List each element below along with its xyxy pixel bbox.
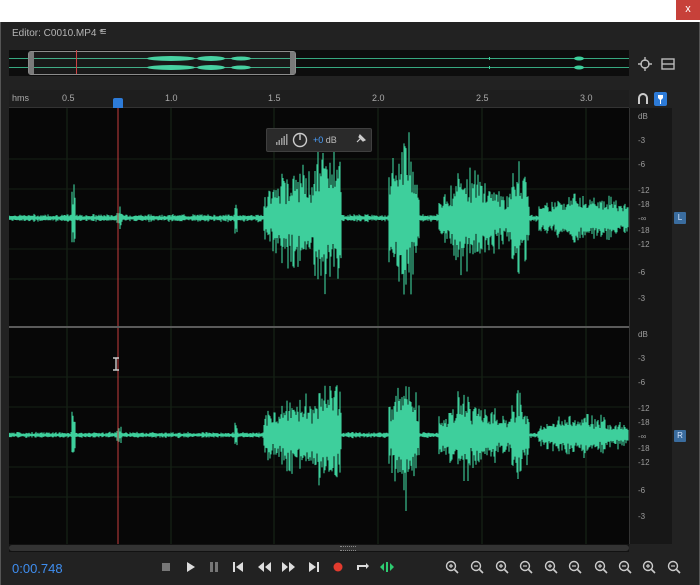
fast-forward-icon[interactable] bbox=[281, 559, 297, 575]
db-label: -12 bbox=[638, 404, 650, 413]
pause-icon[interactable] bbox=[206, 559, 222, 575]
zoom-out-time-icon[interactable] bbox=[518, 559, 534, 575]
rewind-icon[interactable] bbox=[256, 559, 272, 575]
horizontal-scrollbar[interactable] bbox=[9, 544, 629, 552]
db-label: -∞ bbox=[638, 432, 647, 441]
ruler-unit: hms bbox=[12, 93, 30, 103]
overview-viewport[interactable] bbox=[28, 51, 296, 75]
ruler-tick-label: 1.0 bbox=[165, 93, 178, 103]
window-titlebar: x bbox=[0, 0, 700, 22]
go-to-start-icon[interactable] bbox=[230, 559, 246, 575]
ruler-tick-label: 0.5 bbox=[62, 93, 75, 103]
zoom-in-right-icon[interactable] bbox=[593, 559, 609, 575]
panel-menu-icon[interactable]: ≡ bbox=[100, 26, 106, 38]
volume-knob-icon[interactable] bbox=[292, 132, 308, 148]
time-ruler[interactable]: hms 0.5 1.0 1.5 2.0 2.5 3.0 bbox=[9, 90, 629, 108]
close-button[interactable]: x bbox=[676, 0, 700, 20]
db-label: -6 bbox=[638, 268, 646, 277]
skip-selection-icon[interactable] bbox=[379, 559, 395, 575]
play-icon[interactable] bbox=[182, 559, 198, 575]
snap-icon[interactable] bbox=[637, 93, 649, 105]
pin-icon[interactable] bbox=[356, 133, 367, 143]
scrollbar-thumb[interactable] bbox=[9, 545, 629, 551]
db-label: dB bbox=[638, 112, 648, 121]
db-label: -6 bbox=[638, 486, 646, 495]
db-label: -18 bbox=[638, 200, 650, 209]
volume-hud[interactable]: +0 dB bbox=[266, 128, 372, 152]
ruler-tick-label: 2.0 bbox=[372, 93, 385, 103]
zoom-out-amplitude-icon[interactable] bbox=[469, 559, 485, 575]
waveform-right-channel bbox=[9, 385, 629, 511]
db-label: -12 bbox=[638, 240, 650, 249]
db-label: -6 bbox=[638, 160, 646, 169]
volume-value[interactable]: +0 dB bbox=[313, 135, 337, 145]
db-scale: dB -3 -6 -12 -18 -∞ -18 -12 -6 -3 dB -3 -6 -12 -18 -∞ -1… bbox=[629, 108, 686, 544]
ruler-tick-label: 3.0 bbox=[580, 93, 593, 103]
viewport-right-handle[interactable] bbox=[290, 52, 295, 74]
zoom-in-left-icon[interactable] bbox=[567, 559, 583, 575]
zoom-navigator-icon[interactable] bbox=[637, 56, 653, 72]
ruler-tick-label: 2.5 bbox=[476, 93, 489, 103]
panel-title: Editor: C0010.MP4 * bbox=[12, 28, 104, 39]
zoom-in-amplitude-icon[interactable] bbox=[444, 559, 460, 575]
db-label: -3 bbox=[638, 512, 646, 521]
channel-divider bbox=[9, 326, 629, 328]
zoom-selection-icon[interactable] bbox=[617, 559, 633, 575]
db-label: -3 bbox=[638, 294, 646, 303]
ruler-tick-label: 1.5 bbox=[268, 93, 281, 103]
volume-unit: dB bbox=[325, 135, 337, 145]
zoom-in-time-icon[interactable] bbox=[494, 559, 510, 575]
viewport-left-handle[interactable] bbox=[29, 52, 34, 74]
loop-icon[interactable] bbox=[354, 559, 370, 575]
db-label: -6 bbox=[638, 378, 646, 387]
overview-playhead bbox=[76, 50, 77, 74]
current-time-display[interactable]: 0:00.748 bbox=[12, 561, 63, 576]
playhead-handle[interactable] bbox=[113, 98, 123, 108]
db-label: -12 bbox=[638, 186, 650, 195]
channel-badge-right[interactable]: R bbox=[674, 430, 686, 442]
db-label: dB bbox=[638, 330, 648, 339]
text-cursor-icon bbox=[111, 357, 121, 371]
db-label: -18 bbox=[638, 444, 650, 453]
db-label: -18 bbox=[638, 418, 650, 427]
zoom-reset-icon[interactable] bbox=[666, 559, 682, 575]
zoom-to-all-icon[interactable] bbox=[641, 559, 657, 575]
panel-header: Editor: C0010.MP4 * ≡ bbox=[0, 22, 700, 46]
volume-number: +0 bbox=[313, 135, 324, 145]
channel-badge-left[interactable]: L bbox=[674, 212, 686, 224]
overview-waveform[interactable] bbox=[9, 50, 629, 76]
db-label: -18 bbox=[638, 226, 650, 235]
db-label: -12 bbox=[638, 458, 650, 467]
stop-icon[interactable] bbox=[158, 559, 174, 575]
record-icon[interactable] bbox=[330, 559, 346, 575]
db-label: -3 bbox=[638, 354, 646, 363]
marker-icon[interactable] bbox=[654, 92, 667, 106]
overview-options-icon[interactable] bbox=[661, 57, 675, 71]
db-label: -∞ bbox=[638, 214, 647, 223]
waveform-left-channel bbox=[9, 132, 629, 295]
level-meter-icon bbox=[276, 134, 288, 145]
db-label: -3 bbox=[638, 136, 646, 145]
go-to-end-icon[interactable] bbox=[306, 559, 322, 575]
zoom-out-full-icon[interactable] bbox=[543, 559, 559, 575]
scrollbar-grip[interactable] bbox=[340, 546, 356, 551]
